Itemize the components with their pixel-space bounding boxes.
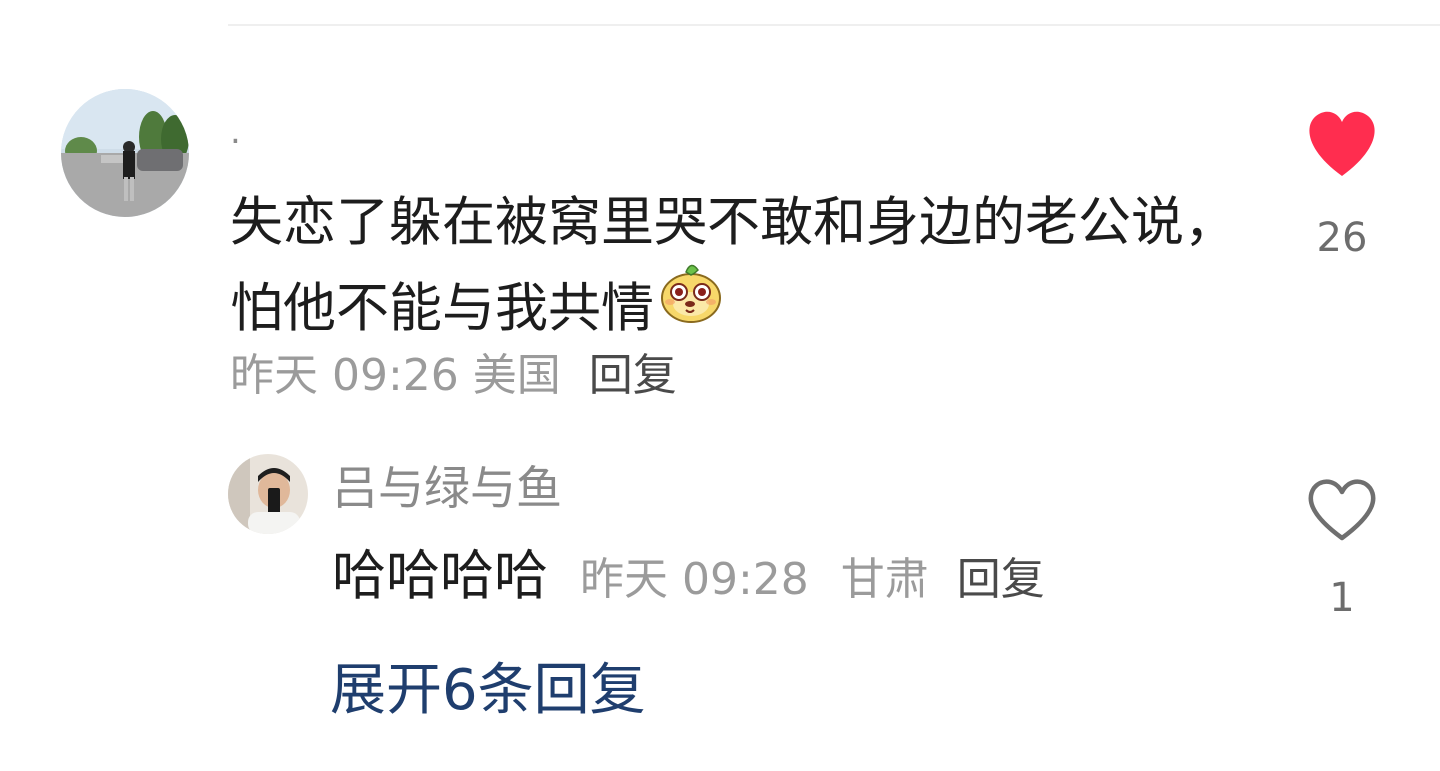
comment-text-content: 失恋了躲在被窝里哭不敢和身边的老公说，怕他不能与我共情 bbox=[230, 192, 1237, 339]
reply-avatar-photo bbox=[228, 454, 308, 534]
reply-like-count: 1 bbox=[1329, 575, 1355, 621]
heart-filled-icon[interactable] bbox=[1282, 80, 1402, 200]
comment-reply-button[interactable]: 回复 bbox=[589, 350, 677, 401]
top-divider bbox=[228, 24, 1440, 26]
reply-time: 昨天 09:28 bbox=[580, 554, 809, 605]
reply-line: 哈哈哈哈 昨天 09:28 甘肃 回复 bbox=[332, 546, 1045, 610]
cute-face-emoji-icon bbox=[658, 258, 724, 350]
comment-like[interactable]: 26 bbox=[1282, 80, 1402, 262]
comment-username[interactable]: . bbox=[230, 112, 241, 152]
avatar[interactable] bbox=[61, 89, 189, 217]
comment-location: 美国 bbox=[472, 350, 561, 401]
comment-like-count: 26 bbox=[1316, 215, 1368, 261]
reply-text: 哈哈哈哈 bbox=[332, 544, 548, 607]
reply-username[interactable]: 吕与绿与鱼 bbox=[332, 462, 562, 514]
reply-like[interactable]: 1 bbox=[1300, 470, 1384, 622]
heart-outline-icon[interactable] bbox=[1300, 470, 1384, 546]
comment-text: 失恋了躲在被窝里哭不敢和身边的老公说，怕他不能与我共情 bbox=[230, 180, 1240, 352]
avatar-photo bbox=[61, 89, 189, 217]
reply-reply-button[interactable]: 回复 bbox=[957, 554, 1045, 605]
comment-time: 昨天 09:26 bbox=[230, 350, 459, 401]
comment-meta: 昨天 09:26 美国 回复 bbox=[230, 350, 677, 402]
reply-location: 甘肃 bbox=[840, 554, 929, 605]
reply-avatar[interactable] bbox=[228, 454, 308, 534]
expand-replies-button[interactable]: 展开6条回复 bbox=[330, 656, 646, 726]
